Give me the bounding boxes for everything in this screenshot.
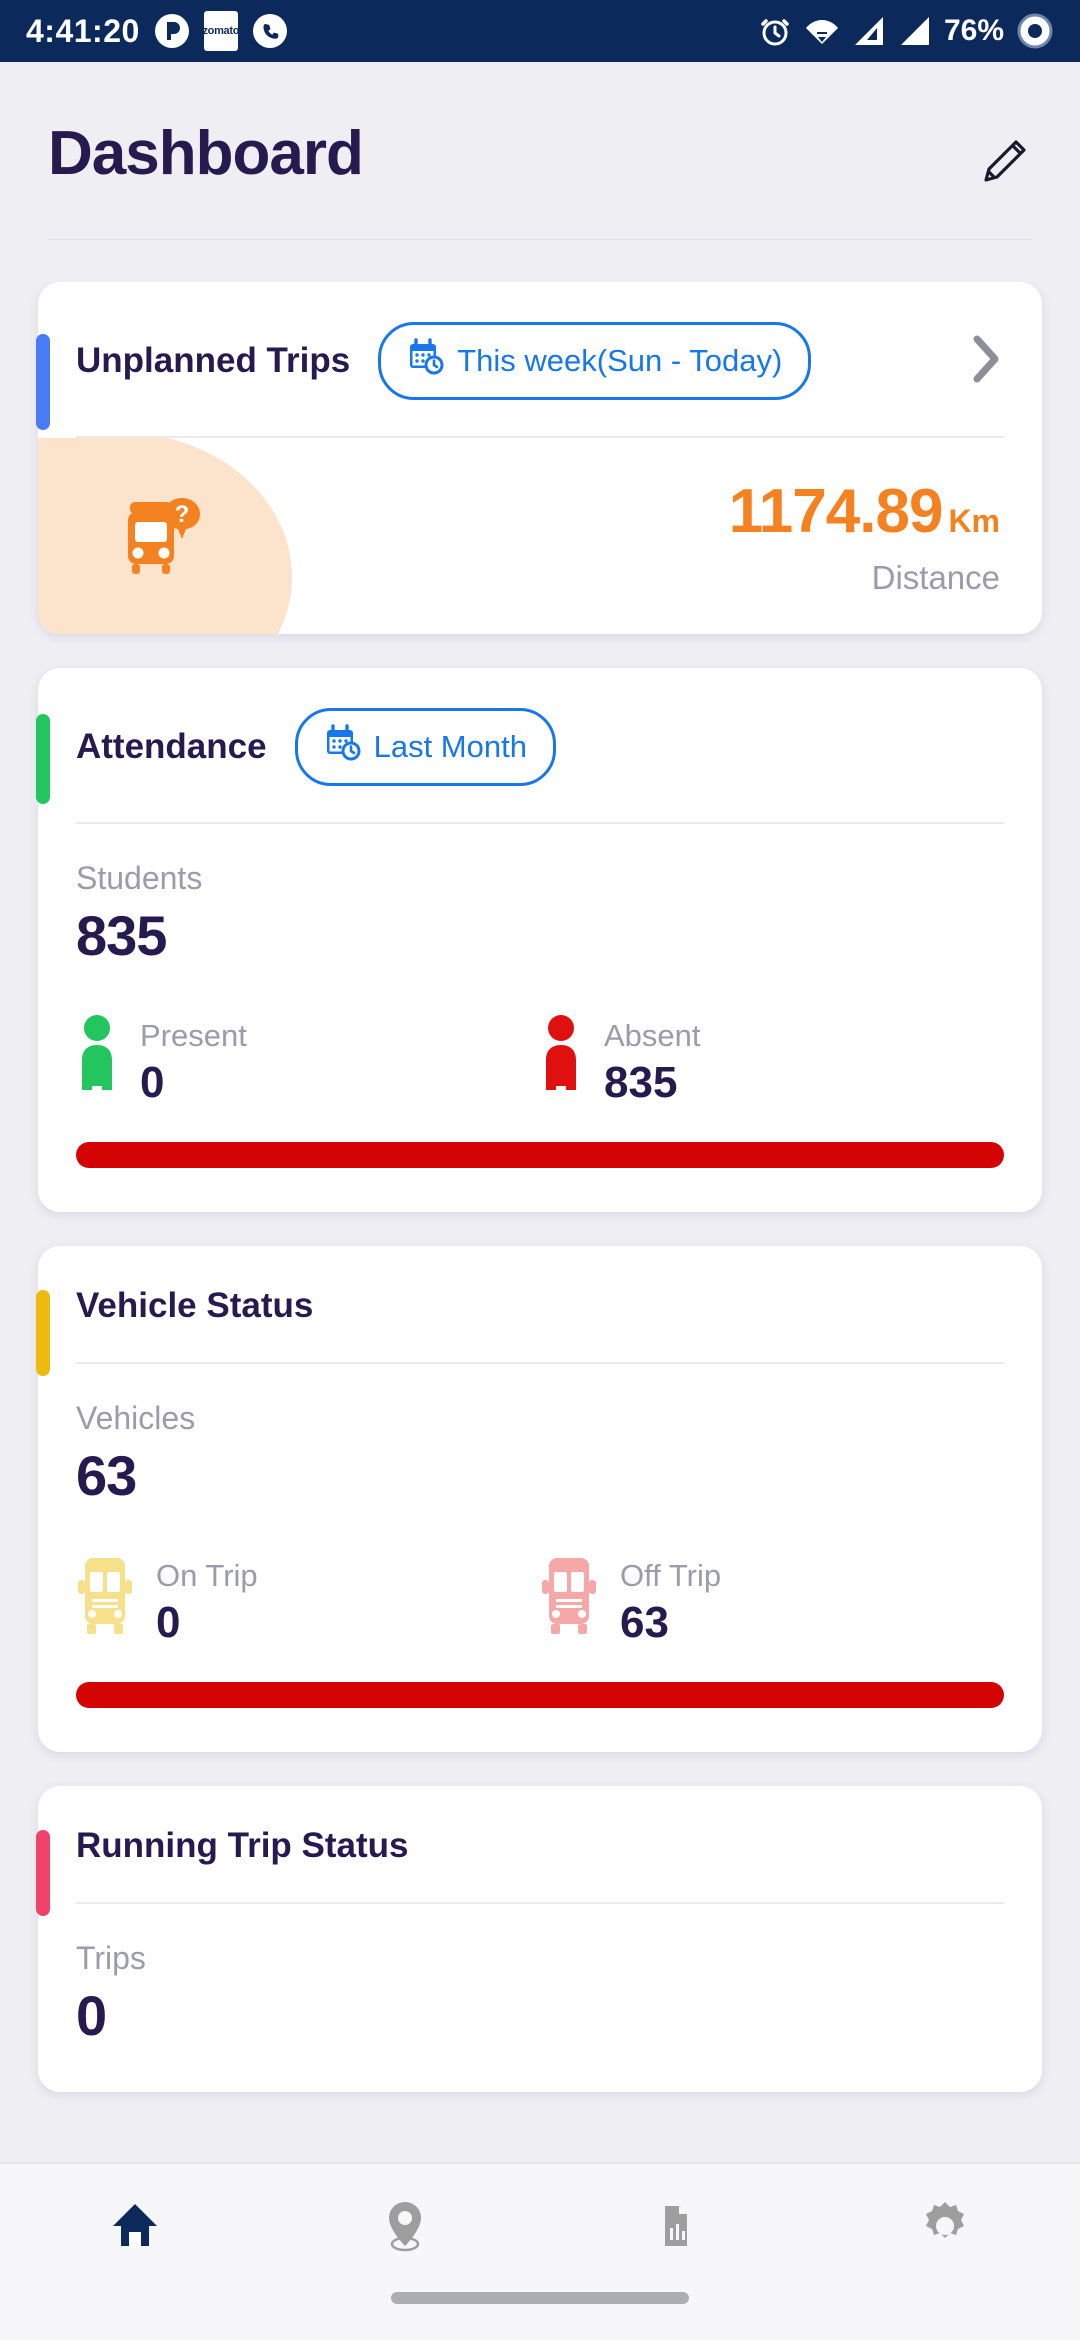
bus-question-icon: ? [108,482,212,591]
progress-segment-off-trip [76,1682,1004,1708]
status-bar-clock: 4:41:20 [26,12,140,49]
running-trip-body: Trips 0 [38,1904,1042,2092]
nav-item-location[interactable] [270,2194,540,2263]
legend-label: Off Trip [620,1558,722,1593]
nav-item-home[interactable] [0,2194,270,2263]
signal-icon [852,15,886,47]
card-title: Running Trip Status [76,1826,409,1865]
stat-caption: Students [76,860,203,896]
page-header: Dashboard [0,62,1080,195]
card-accent-bar [36,1290,50,1376]
distance-row: ? 1174.89 Km Distance [38,438,1042,634]
legend-value: 835 [604,1058,678,1107]
date-range-chip-label: This week(Sun - Today) [457,343,783,378]
card-title: Attendance [76,727,267,766]
card-header: Unplanned Trips This week(Sun - Today) [38,282,1042,436]
report-chart-icon [643,2194,707,2263]
card-unplanned-trips[interactable]: Unplanned Trips This week(Sun - Today) ?… [36,282,1042,634]
phone-icon [252,13,288,49]
legend-label: Present [140,1018,247,1053]
edit-button[interactable] [976,118,1032,195]
battery-percent-label: 76% [943,14,1004,47]
legend-row: On Trip 0 Off Trip 63 [76,1554,1004,1648]
app-notification-icon [154,13,190,49]
signal-2-icon [898,15,932,47]
attendance-body: Students 835 Present 0 Absent 835 [38,824,1042,1212]
distance-value: 1174.89 [728,476,944,546]
dashboard-scroll-area[interactable]: Unplanned Trips This week(Sun - Today) ?… [0,282,1080,2162]
legend-text: Present 0 [140,1014,247,1108]
stat-total: 0 [76,1984,107,2047]
nav-item-settings[interactable] [810,2194,1080,2263]
zomato-icon-label: zomato [202,25,240,37]
card-header: Vehicle Status [38,1246,1042,1362]
legend-off-trip: Off Trip 63 [540,1554,1004,1648]
card-accent-bar [36,334,50,430]
legend-text: Absent 835 [604,1014,701,1108]
legend-text: Off Trip 63 [620,1554,721,1648]
zomato-icon: zomato [202,11,240,51]
location-pin-icon [373,2194,437,2263]
home-icon [103,2194,167,2263]
person-icon [540,1014,582,1103]
bus-front-icon [76,1554,134,1643]
bus-front-icon [540,1554,598,1643]
calendar-clock-icon [407,338,445,384]
card-running-trip-status[interactable]: Running Trip Status Trips 0 [36,1786,1042,2092]
stat-caption: Trips [76,1940,146,1976]
calendar-clock-icon [324,724,362,770]
distance-amount-row: 1174.89 Km [729,476,1000,547]
status-bar-left: 4:41:20 zomato [26,11,288,51]
progress-segment-absent [76,1142,1004,1168]
gear-icon [913,2194,977,2263]
legend-value: 63 [620,1598,669,1647]
legend-row: Present 0 Absent 835 [76,1014,1004,1108]
alarm-icon [758,14,792,48]
wifi-icon [804,15,840,47]
date-range-chip[interactable]: Last Month [294,708,556,786]
legend-value: 0 [156,1598,181,1647]
bottom-nav-items [0,2164,1080,2292]
pencil-icon [976,140,1032,194]
vehicle-progress-bar [76,1682,1004,1708]
stat-caption: Vehicles [76,1400,196,1436]
bottom-navigation [0,2162,1080,2340]
card-accent-bar [36,1830,50,1916]
distance-values: 1174.89 Km Distance [729,476,1000,597]
status-bar: 4:41:20 zomato 76% [0,0,1080,62]
card-title: Unplanned Trips [76,341,351,380]
distance-unit: Km [948,502,1000,539]
chevron-right-icon[interactable] [968,333,1004,390]
legend-absent: Absent 835 [540,1014,1004,1108]
header-divider [48,239,1032,240]
stat-total: 63 [76,1444,137,1507]
distance-label: Distance [871,558,1000,596]
legend-present: Present 0 [76,1014,540,1108]
card-title: Vehicle Status [76,1286,314,1325]
date-range-chip[interactable]: This week(Sun - Today) [378,322,812,400]
vehicle-status-body: Vehicles 63 On Trip 0 Off Trip 63 [38,1364,1042,1752]
home-indicator [391,2292,689,2304]
legend-on-trip: On Trip 0 [76,1554,540,1648]
nav-item-reports[interactable] [540,2194,810,2263]
legend-text: On Trip 0 [156,1554,258,1648]
status-bar-right: 76% [758,12,1054,50]
stat-total: 835 [76,904,167,967]
card-header: Running Trip Status [38,1786,1042,1902]
attendance-progress-bar [76,1142,1004,1168]
date-range-chip-label: Last Month [373,729,527,764]
svg-text:?: ? [175,501,190,528]
card-accent-bar [36,714,50,804]
legend-label: On Trip [156,1558,258,1593]
person-icon [76,1014,118,1103]
page-title: Dashboard [48,119,364,188]
card-vehicle-status[interactable]: Vehicle Status Vehicles 63 On Trip 0 Off… [36,1246,1042,1752]
legend-value: 0 [140,1058,165,1107]
card-header: Attendance Last Month [38,668,1042,822]
card-attendance[interactable]: Attendance Last Month Students 835 Prese… [36,668,1042,1212]
vpn-icon [1016,12,1054,50]
legend-label: Absent [604,1018,701,1053]
